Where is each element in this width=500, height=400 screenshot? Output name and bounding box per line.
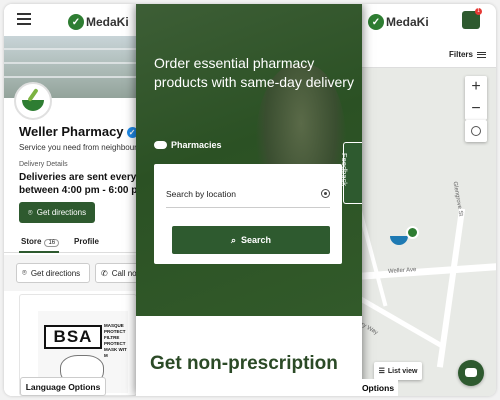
hero-section: Order essential pharmacy products with s… — [136, 4, 362, 316]
brand-logo[interactable]: ✓ MedaKi — [68, 14, 129, 30]
locate-icon[interactable] — [465, 120, 487, 142]
get-directions-button[interactable]: ⌾ Get directions — [19, 202, 95, 223]
filters-button[interactable]: Filters — [449, 50, 486, 59]
language-options-button-right[interactable]: Options — [358, 379, 398, 396]
map-road — [358, 293, 443, 348]
search-placeholder: Search by location — [166, 188, 236, 199]
cart-badge: 1 — [475, 8, 482, 15]
profile-tabs: Store 16 Profile — [4, 231, 142, 253]
promo-section: Get non-prescription — [136, 316, 362, 396]
pharmacy-profile-panel: ✓ MedaKi Weller Pharmacy ✓ Service you ne… — [4, 4, 142, 396]
call-now-button[interactable]: ✆ Call now — [95, 263, 142, 283]
list-icon: ☰ — [378, 368, 385, 375]
pharmacy-map-pin-icon[interactable] — [390, 226, 420, 252]
list-view-label: List view — [387, 367, 418, 375]
pharmacy-tagline: Service you need from neighbours — [19, 143, 141, 152]
brand-name: MedaKi — [86, 15, 129, 29]
pharmacy-avatar — [14, 82, 52, 120]
product-logo: BSA — [44, 325, 102, 349]
filter-icon — [477, 50, 486, 59]
list-view-button[interactable]: ☰ List view — [374, 362, 422, 380]
map-road — [358, 189, 388, 307]
product-text: MASQUE PROTECT FILTRE PROTECT MASK WIT M — [104, 323, 128, 359]
zoom-control: + − — [465, 76, 487, 120]
map-header: ✓ MedaKi 1 — [358, 4, 496, 42]
menu-icon[interactable] — [17, 13, 31, 28]
zoom-in-button[interactable]: + — [465, 76, 487, 98]
hero-headline: Order essential pharmacy products with s… — [154, 55, 354, 90]
search-button[interactable]: ⌕ Search — [172, 226, 330, 254]
filters-label: Filters — [448, 50, 473, 59]
delivery-text: Deliveries are sent everyday between 4:0… — [19, 172, 142, 196]
action-row: ⌾ Get directions ✆ Call now — [4, 255, 142, 291]
category-label: Pharmacies — [171, 140, 222, 150]
search-button-label: Search — [241, 235, 272, 245]
tab-store-label: Store — [21, 237, 42, 246]
tab-store[interactable]: Store 16 — [21, 237, 60, 247]
search-card: Search by location ⌕ Search — [154, 164, 342, 264]
filter-bar: Filters — [358, 42, 496, 68]
search-icon: ⌕ — [230, 234, 236, 245]
delivery-label: Delivery Details — [19, 161, 68, 168]
get-directions-label: Get directions — [36, 208, 87, 217]
zoom-out-button[interactable]: − — [465, 98, 487, 120]
product-line: M — [104, 353, 108, 358]
location-pin-icon: ⌾ — [27, 207, 33, 217]
street-label: ry Way — [359, 321, 379, 337]
street-label: Glengrove St — [451, 181, 464, 217]
promo-heading: Get non-prescription — [150, 353, 338, 374]
home-search-panel: Order essential pharmacy products with s… — [136, 4, 362, 396]
active-tab-indicator — [19, 251, 59, 253]
location-search-input[interactable]: Search by location — [166, 180, 330, 208]
cart-icon[interactable]: 1 — [462, 8, 482, 29]
app-frame: ✓ MedaKi Weller Pharmacy ✓ Service you ne… — [4, 4, 496, 396]
phone-icon: ✆ — [101, 268, 108, 278]
pharmacy-name: Weller Pharmacy — [19, 124, 124, 139]
chat-icon[interactable] — [458, 360, 484, 386]
map-panel: ✓ MedaKi 1 Filters Weller Ave Glengrove … — [358, 4, 496, 396]
feedback-label: Feedback — [339, 153, 349, 186]
feedback-tab[interactable]: Feedback — [339, 142, 362, 204]
brand-logo-right[interactable]: ✓ MedaKi — [368, 14, 429, 30]
tab-profile[interactable]: Profile — [74, 237, 99, 246]
tab-profile-label: Profile — [74, 237, 99, 246]
pharmacy-title: Weller Pharmacy ✓ — [19, 124, 138, 139]
logo-icon: ✓ — [368, 14, 384, 30]
logo-icon: ✓ — [68, 14, 84, 30]
get-directions-secondary-button[interactable]: ⌾ Get directions — [16, 263, 90, 283]
language-options-button[interactable]: Language Options — [20, 377, 106, 396]
get-directions-secondary-label: Get directions — [30, 268, 81, 278]
locate-icon[interactable] — [321, 189, 330, 198]
mortar-pestle-icon — [22, 99, 44, 111]
store-count-badge: 16 — [44, 239, 60, 247]
location-pin-icon: ⌾ — [22, 268, 27, 277]
brand-name-right: MedaKi — [386, 15, 429, 29]
pill-icon — [154, 141, 167, 149]
category-pharmacies[interactable]: Pharmacies — [154, 140, 222, 150]
